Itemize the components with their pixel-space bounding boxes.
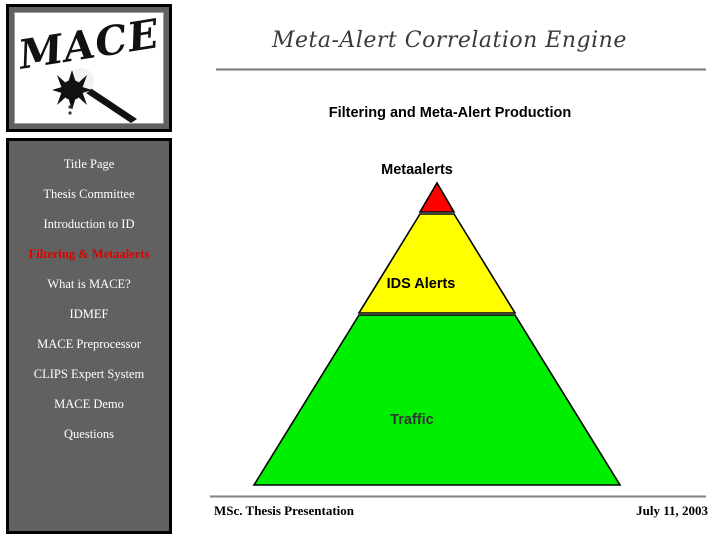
sidebar-item-idmef[interactable]: IDMEF (9, 307, 169, 337)
logo-frame: MACE (6, 4, 172, 132)
footer-date: July 11, 2003 (636, 503, 708, 518)
sidebar-item-thesis-committee[interactable]: Thesis Committee (9, 187, 169, 217)
header-divider (216, 68, 706, 71)
sidebar-item-questions[interactable]: Questions (9, 427, 169, 457)
sidebar-navigation: Title Page Thesis Committee Introduction… (6, 138, 172, 534)
pyramid-shape (252, 181, 622, 486)
sidebar-item-what-is-mace[interactable]: What is MACE? (9, 277, 169, 307)
sidebar-item-introduction-to-id[interactable]: Introduction to ID (9, 217, 169, 247)
sidebar-item-title-page[interactable]: Title Page (9, 157, 169, 187)
pyramid-label-traffic: Traffic (390, 412, 434, 428)
slide-subtitle: Filtering and Meta-Alert Production (328, 105, 572, 121)
pyramid-layer-metaalerts (418, 181, 456, 213)
footer-presentation-label: MSc. Thesis Presentation (214, 503, 354, 518)
footer-divider (210, 495, 706, 498)
pyramid-layer-traffic (252, 314, 622, 486)
sidebar-item-clips-expert-system[interactable]: CLIPS Expert System (9, 367, 169, 397)
sidebar-item-mace-preprocessor[interactable]: MACE Preprocessor (9, 337, 169, 367)
pyramid-label-ids-alerts: IDS Alerts (386, 276, 456, 292)
logo-image: MACE (14, 12, 164, 124)
mace-weapon-icon (52, 68, 137, 123)
page-title: Meta-Alert Correlation Engine (272, 28, 627, 53)
pyramid-layer-ids-alerts (357, 213, 517, 314)
sidebar-item-filtering-metaalerts[interactable]: Filtering & Metaalerts (9, 247, 169, 277)
pyramid-diagram: Metaalerts IDS Alerts Traffic (186, 150, 720, 495)
pyramid-label-metaalerts: Metaalerts (381, 162, 453, 178)
